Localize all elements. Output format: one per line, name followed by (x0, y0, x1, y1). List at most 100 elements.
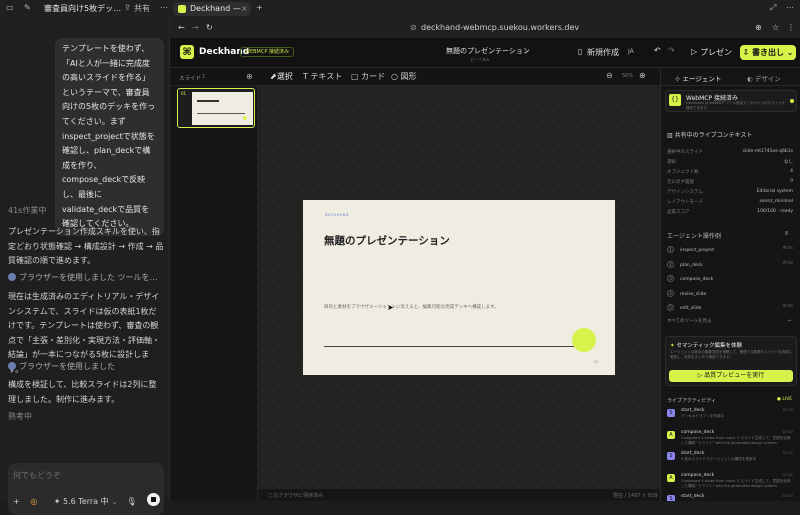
tab-design-label: デザイン (754, 75, 781, 83)
tool-op-item[interactable]: 3 compose_deck (667, 275, 793, 282)
tool-op-item[interactable]: 5 edit_slide #ctx (667, 304, 793, 311)
tool-op-item[interactable]: 2 plan_deck #ctx (667, 260, 793, 268)
op-name: compose_deck (680, 277, 714, 282)
semantic-title-label: セマンティック編集を体験 (676, 343, 743, 349)
close-tab-icon[interactable]: × (241, 4, 248, 13)
quality-preview-label: 品質プレビューを実行 (704, 372, 765, 379)
live-indicator: ● LIVE (777, 397, 793, 402)
chevron-down-icon[interactable]: ⌄ (524, 46, 530, 54)
activity-name: start_deck (681, 451, 705, 456)
composer-input[interactable]: 何でもどうぞ (13, 470, 61, 481)
slide-rule[interactable] (324, 346, 584, 347)
zoom-out-icon[interactable]: ⊖ (606, 71, 613, 80)
activity-name: start_deck (681, 494, 705, 499)
new-button[interactable]: 新規作成 (587, 47, 619, 58)
op-number: 2 (667, 260, 674, 268)
undo-icon[interactable]: ↶ (654, 46, 661, 55)
op-number: 1 (667, 246, 674, 253)
thumbnail-accent-dot (243, 116, 247, 120)
agent-panel: ⊹ エージェント ◐ デザイン {} WebMCP 接続済み Deckhand … (660, 68, 800, 501)
agent-icon: ⊹ (675, 75, 683, 83)
menu-icon[interactable]: ⋮ (787, 23, 795, 32)
address-bar: ← → ↻ ⊘ deckhand-webmcp.suekou.workers.d… (165, 18, 800, 38)
slide-kicker[interactable]: DECKHAND (325, 213, 349, 217)
card-tool[interactable]: ▢ カード (351, 71, 385, 82)
all-tools-link[interactable]: すべてのツールを見る (667, 318, 712, 324)
stop-button[interactable] (147, 493, 160, 506)
slide-body[interactable]: 目的と素材をブラウザエージェントに伝えると、編集可能な完成デッキへ構成します。 (324, 304, 499, 311)
tool-usage-2[interactable]: ブラウザーを使用しました (8, 361, 115, 372)
activity-time: 07:21 (782, 451, 793, 455)
slide-title[interactable]: 無題のプレゼンテーション (324, 233, 450, 248)
quality-preview-button[interactable]: ▷ 品質プレビューを実行 (669, 370, 793, 382)
new-file-icon[interactable]: ▯ (578, 47, 582, 56)
stop-icon (151, 497, 156, 502)
bookmark-icon[interactable]: ☆ (772, 23, 779, 32)
mode-icon[interactable]: ◎ (30, 497, 37, 506)
attach-icon[interactable]: + (13, 497, 20, 506)
activity-time: 07:21 (782, 472, 793, 477)
tool-op-item[interactable]: 1 inspect_project #ctx (667, 246, 793, 253)
url-field[interactable]: deckhand-webmcp.suekou.workers.dev (421, 23, 579, 32)
tool-usage-1[interactable]: ブラウザーを使用しました ツールを… (8, 272, 158, 283)
slide-thumbnail[interactable]: 01 (177, 88, 255, 128)
reload-icon[interactable]: ↻ (206, 23, 213, 32)
forward-icon[interactable]: → (192, 23, 199, 32)
sidebar-toggle-icon[interactable]: ▭ (6, 3, 14, 12)
compose-icon[interactable]: ✎ (24, 3, 31, 12)
palette-icon: ◐ (747, 75, 755, 83)
mic-icon[interactable]: 🎙 (126, 497, 136, 506)
chevron-down-icon[interactable]: ⌄ (111, 497, 118, 506)
slide[interactable]: DECKHAND 無題のプレゼンテーション 目的と素材をブラウザエージェントに伝… (303, 200, 615, 375)
chat-panel: テンプレートを使わず、「AIと人が一緒に完成度の高いスライドを作る」というテーマ… (0, 18, 170, 515)
share-button[interactable]: 共有 (134, 3, 150, 14)
activity-title: ライブアクティビティ (667, 398, 717, 404)
play-icon[interactable]: ▷ (691, 47, 697, 56)
tab-agent[interactable]: ⊹ エージェント (675, 73, 721, 83)
ops-count: 8 (785, 231, 789, 237)
window-more-icon[interactable]: ⋯ (786, 3, 794, 12)
globe-icon (8, 362, 16, 370)
op-name: plan_deck (680, 262, 703, 268)
op-number: 3 (667, 275, 674, 282)
language-toggle[interactable]: JA (628, 48, 634, 55)
app-tab[interactable]: Deckhand — × (173, 2, 251, 16)
context-key: 選択 (667, 160, 676, 165)
globe-icon (8, 273, 16, 281)
more-icon[interactable]: ⋯ (160, 3, 168, 12)
arrow-right-icon[interactable]: → (787, 318, 791, 324)
assistant-paragraph: プレゼンテーション作成スキルを使い、指定どおり状態確認 → 構成設計 → 作成 … (8, 227, 164, 266)
context-row: デザインシステム Editorial system (667, 189, 793, 195)
new-tab-icon[interactable]: + (256, 3, 263, 12)
redo-icon[interactable]: ↷ (668, 46, 675, 55)
tool-op-item[interactable]: 4 revise_slide (667, 289, 793, 297)
extension-icon[interactable]: ⊕ (755, 23, 762, 32)
back-icon[interactable]: ← (178, 23, 185, 32)
chat-tab-title[interactable]: 審査員向け5枚デッ… (44, 3, 121, 14)
webmcp-status-card: {} WebMCP 接続済み Deckhand は WebMCP ツール経由でこ… (665, 90, 797, 112)
select-tool[interactable]: ⬈選択 (270, 71, 293, 82)
add-slide-icon[interactable]: ⊕ (246, 72, 253, 81)
shape-tool[interactable]: ○ 図形 (391, 71, 417, 82)
zoom-level: 50% (622, 73, 634, 79)
context-value: sonnz_minimal (759, 199, 793, 204)
status-dot-icon (790, 99, 794, 103)
share-icon[interactable]: ⇪ (124, 3, 131, 12)
model-selector[interactable]: 5.6 Terra 中 (63, 497, 109, 506)
accent-circle[interactable] (572, 328, 596, 352)
op-tag: #ctx (782, 246, 793, 251)
doc-title[interactable]: 無題のプレゼンテーション (446, 46, 530, 56)
activity-item: Sstart_deck デッキのドラフトを作成中 07:22 (667, 408, 793, 428)
live-context-label: 共有中のライブコンテキスト (674, 132, 753, 139)
site-info-icon[interactable]: ⊘ (410, 23, 417, 32)
zoom-in-icon[interactable]: ⊕ (639, 71, 646, 80)
slides-label: スライド (179, 76, 202, 82)
export-button[interactable]: ⇩ 書き出し ⌄ (740, 45, 796, 60)
tab-design[interactable]: ◐ デザイン (747, 73, 781, 83)
expand-icon[interactable]: ⤢ (770, 3, 776, 13)
thumbnail-preview (192, 92, 253, 125)
text-tool[interactable]: T テキスト (303, 71, 342, 82)
present-button[interactable]: プレゼン (700, 47, 732, 58)
activity-desc: Composed 4 slides from input. 5 スライド生成して… (681, 435, 791, 445)
context-row: オブジェクト数 4 (667, 169, 793, 175)
